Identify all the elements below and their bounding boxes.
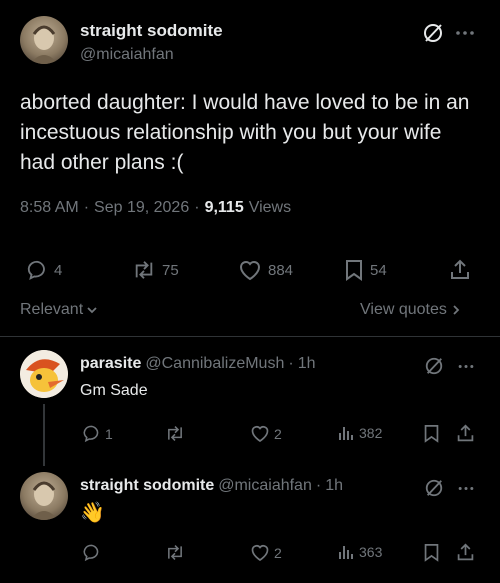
reply-display-name[interactable]: straight sodomite — [80, 477, 214, 495]
reply-text: Gm Sade — [80, 382, 148, 399]
repost-icon[interactable] — [165, 424, 185, 443]
like-button[interactable]: 884 — [238, 259, 293, 281]
bookmark-icon[interactable] — [423, 424, 440, 443]
repost-count: 75 — [162, 261, 179, 279]
reply-separator: · — [315, 477, 322, 494]
reply-separator: · — [288, 355, 294, 372]
reply-header: straight sodomite @micaiahfan · 1h — [80, 477, 343, 495]
repost-button[interactable]: 75 — [132, 259, 179, 281]
post-time[interactable]: 8:58 AM — [20, 199, 79, 217]
reply-header: parasite @CannibalizeMush · 1h — [80, 355, 315, 373]
reply-avatar[interactable] — [20, 472, 68, 520]
reply-handle[interactable]: @micaiahfan — [218, 477, 312, 495]
like-count: 884 — [268, 261, 294, 279]
view-quotes-label: View quotes — [360, 301, 447, 318]
grok-icon[interactable] — [424, 478, 444, 498]
view-quotes-link[interactable]: View quotes — [360, 301, 461, 319]
reply-time[interactable]: 1h — [325, 477, 343, 495]
more-icon[interactable] — [458, 486, 474, 491]
reply-count: 4 — [54, 261, 63, 279]
chevron-right-icon — [451, 304, 461, 316]
views-count: 382 — [359, 425, 383, 441]
bookmark-button[interactable]: 54 — [344, 259, 387, 281]
author-handle[interactable]: @micaiahfan — [80, 46, 174, 64]
like-icon — [250, 424, 270, 443]
repost-icon — [132, 259, 156, 281]
more-icon[interactable] — [458, 364, 474, 369]
views-icon — [337, 543, 355, 561]
bookmark-count: 54 — [370, 261, 387, 279]
reply-avatar[interactable] — [20, 350, 68, 398]
reply-button[interactable]: 4 — [26, 259, 62, 281]
grok-icon[interactable] — [424, 356, 444, 376]
like-icon — [238, 259, 262, 281]
thread-line — [43, 404, 45, 466]
post-meta: 8:58 AM · Sep 19, 2026 · 9,115 Views — [20, 199, 291, 217]
reply-display-name[interactable]: parasite — [80, 355, 141, 373]
views-label: Views — [248, 199, 292, 216]
author-avatar[interactable] — [20, 16, 68, 64]
more-icon[interactable] — [456, 30, 474, 36]
views-icon — [337, 424, 355, 442]
sort-label: Relevant — [20, 301, 84, 318]
views-count: 363 — [359, 544, 383, 560]
author-display-name[interactable]: straight sodomite — [80, 21, 223, 41]
section-divider — [0, 336, 500, 337]
like-icon — [250, 543, 270, 562]
share-icon[interactable] — [449, 259, 471, 281]
reply-button[interactable]: 1 — [82, 424, 113, 443]
like-count: 2 — [274, 544, 282, 561]
bookmark-icon[interactable] — [423, 543, 440, 562]
reply-icon — [82, 424, 101, 443]
views-button[interactable]: 382 — [337, 424, 382, 442]
reply-time[interactable]: 1h — [298, 355, 316, 373]
meta-separator: · — [83, 199, 90, 216]
reply-icon[interactable] — [82, 543, 101, 562]
meta-separator: · — [194, 199, 200, 216]
reply-icon — [26, 259, 48, 281]
like-button[interactable]: 2 — [250, 543, 282, 562]
like-button[interactable]: 2 — [250, 424, 282, 443]
views-count: 9,115 — [204, 199, 244, 216]
grok-icon[interactable] — [422, 22, 444, 44]
reply-text: 👋 — [80, 502, 105, 524]
repost-icon[interactable] — [165, 543, 185, 562]
sort-relevant-button[interactable]: Relevant — [20, 301, 98, 319]
chevron-down-icon — [86, 304, 98, 316]
like-count: 2 — [274, 425, 282, 442]
reply-count: 1 — [105, 425, 113, 442]
share-icon[interactable] — [456, 543, 475, 562]
reply-handle[interactable]: @CannibalizeMush — [145, 355, 284, 373]
post-date[interactable]: Sep 19, 2026 — [94, 199, 189, 217]
post-text: aborted daughter: I would have loved to … — [20, 91, 470, 174]
share-icon[interactable] — [456, 424, 475, 443]
views-button[interactable]: 363 — [337, 543, 382, 561]
bookmark-icon — [344, 259, 364, 281]
